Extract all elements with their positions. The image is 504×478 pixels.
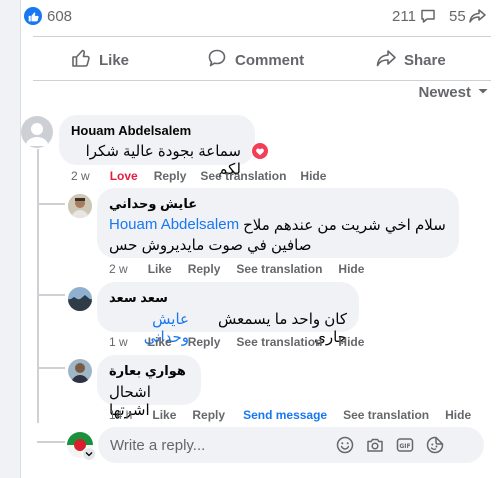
- reply-meta: 14 h Like Reply Send message See transla…: [109, 408, 471, 422]
- reply-tools: GIF: [336, 436, 444, 454]
- like-link[interactable]: Like: [152, 408, 176, 422]
- reply-author[interactable]: هواري بعارة: [109, 363, 189, 379]
- default-avatar-icon: [25, 123, 49, 146]
- avatar[interactable]: [68, 287, 92, 311]
- like-link[interactable]: Like: [148, 335, 172, 349]
- reply-author[interactable]: عايش وحداني: [109, 196, 447, 212]
- avatar[interactable]: [68, 194, 92, 218]
- thread-connector: [37, 294, 65, 296]
- landscape-photo-icon: [68, 287, 92, 311]
- thread-connector: [37, 367, 65, 369]
- reply-text-line2: صافين في صوت مايديروش حس: [109, 237, 312, 254]
- like-link[interactable]: Like: [148, 262, 172, 276]
- share-arrow-icon: [469, 8, 486, 29]
- thumbs-up-icon: [71, 48, 91, 72]
- reply-input[interactable]: [110, 436, 330, 454]
- like-count[interactable]: 608: [47, 8, 72, 25]
- comment-meta: 2 w Love Reply See translation Hide: [71, 169, 326, 183]
- comment-button[interactable]: Comment: [207, 47, 304, 73]
- person-photo-icon: [68, 359, 92, 383]
- see-translation-link[interactable]: See translation: [200, 169, 286, 183]
- share-label: Share: [404, 51, 446, 69]
- post-card: 608 211 55 Like Comment Share Newest Hou…: [20, 0, 504, 478]
- reply-meta: 2 w Like Reply See translation Hide: [109, 262, 364, 276]
- reply-text-line1: سلام اخي شريت من عندهم ملاح: [243, 217, 446, 234]
- reply-bubble: هواري بعارة اشحال اشرتها: [97, 355, 201, 419]
- like-badge-icon[interactable]: [24, 7, 42, 25]
- chevron-down-icon: [477, 84, 489, 101]
- like-label: Like: [99, 51, 130, 69]
- person-photo-icon: [68, 194, 92, 218]
- reply-time[interactable]: 1 w: [109, 335, 128, 349]
- avatar[interactable]: [68, 359, 92, 383]
- comment-author[interactable]: Houam Abdelsalem: [71, 123, 243, 138]
- send-message-link[interactable]: Send message: [243, 408, 327, 422]
- reply-meta: 1 w Like Reply See translation Hide: [109, 335, 364, 349]
- hide-link[interactable]: Hide: [445, 408, 471, 422]
- comment-icon: [207, 48, 227, 72]
- love-reaction-link[interactable]: Love: [110, 169, 138, 183]
- reply-link[interactable]: Reply: [154, 169, 187, 183]
- see-translation-link[interactable]: See translation: [236, 335, 322, 349]
- hide-link[interactable]: Hide: [338, 335, 364, 349]
- hide-link[interactable]: Hide: [300, 169, 326, 183]
- svg-text:GIF: GIF: [399, 443, 410, 450]
- reply-time[interactable]: 2 w: [109, 262, 128, 276]
- comment-count[interactable]: 211: [392, 8, 416, 25]
- divider: [33, 36, 491, 37]
- reply-bubble: عايش وحداني Houam Abdelsalem سلام اخي شر…: [97, 188, 459, 258]
- sort-dropdown[interactable]: Newest: [418, 84, 489, 101]
- heart-icon[interactable]: [251, 142, 269, 160]
- reply-time[interactable]: 14 h: [109, 408, 132, 422]
- like-button[interactable]: Like: [71, 47, 129, 73]
- camera-icon[interactable]: [366, 436, 384, 454]
- thread-connector: [37, 203, 65, 205]
- gif-icon[interactable]: GIF: [396, 436, 414, 454]
- avatar[interactable]: [21, 116, 53, 148]
- comment-time[interactable]: 2 w: [71, 169, 90, 183]
- thread-line: [37, 149, 39, 423]
- see-translation-link[interactable]: See translation: [343, 408, 429, 422]
- comment-bubble: Houam Abdelsalem سماعة بجودة عالية شكرا …: [59, 115, 255, 178]
- reply-author[interactable]: سعد سعد: [109, 290, 347, 306]
- thread-connector: [37, 441, 65, 443]
- comment-label: Comment: [235, 51, 305, 69]
- divider: [33, 80, 491, 81]
- reply-link[interactable]: Reply: [192, 408, 225, 422]
- share-count[interactable]: 55: [449, 8, 466, 25]
- share-button[interactable]: Share: [376, 47, 446, 73]
- hide-link[interactable]: Hide: [338, 262, 364, 276]
- emoji-icon[interactable]: [336, 436, 354, 454]
- see-translation-link[interactable]: See translation: [236, 262, 322, 276]
- reply-mention[interactable]: Houam Abdelsalem: [109, 216, 239, 234]
- share-icon: [376, 48, 396, 72]
- chevron-down-icon[interactable]: [82, 447, 96, 461]
- reply-link[interactable]: Reply: [188, 262, 221, 276]
- reply-text: Houam Abdelsalem سلام اخي شريت من عندهم …: [109, 216, 447, 234]
- speech-bubble-icon: [420, 8, 436, 29]
- reply-link[interactable]: Reply: [188, 335, 221, 349]
- reply-composer[interactable]: GIF: [98, 427, 484, 463]
- sort-label: Newest: [418, 84, 471, 101]
- sticker-icon[interactable]: [426, 436, 444, 454]
- reply-bubble: سعد سعد عايش وحداني كان واحد ما يسمعش جا…: [97, 282, 359, 346]
